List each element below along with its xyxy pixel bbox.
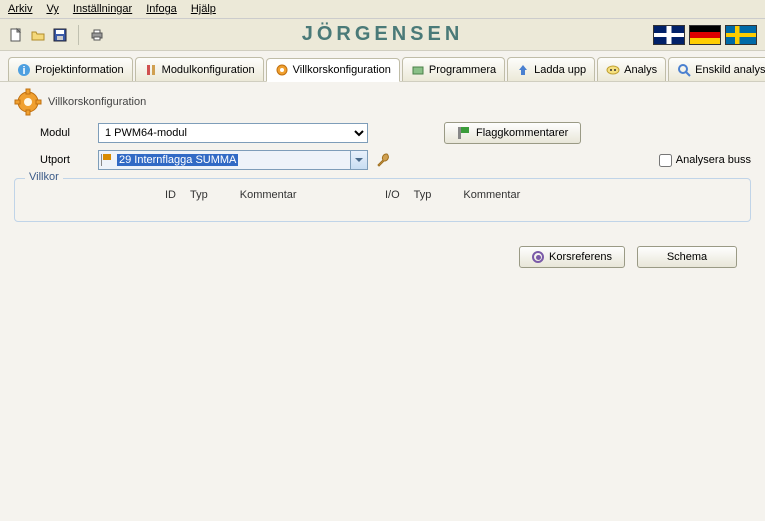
flag-de-icon[interactable] [689, 25, 721, 45]
villkor-fieldset: Villkor ID Typ Kommentar I/O Typ Komment… [14, 178, 751, 222]
brand-logo: JÖRGENSEN [302, 23, 464, 46]
menu-vy[interactable]: Vy [46, 3, 58, 15]
upload-icon [516, 63, 530, 77]
button-label: Flaggkommentarer [476, 127, 568, 139]
tab-analys[interactable]: Analys [597, 57, 666, 81]
menu-infoga[interactable]: Infoga [146, 3, 177, 15]
toolbar: JÖRGENSEN [0, 19, 765, 51]
port-flag-icon [101, 154, 113, 166]
schema-button[interactable]: Schema [637, 246, 737, 268]
fieldset-legend: Villkor [25, 171, 63, 183]
page-body: Villkorskonfiguration Modul 1 PWM64-modu… [0, 82, 765, 236]
wrench-icon[interactable] [376, 152, 392, 168]
hdr-id: ID [165, 189, 176, 203]
menu-hjalp[interactable]: Hjälp [191, 3, 216, 15]
flag-uk-icon[interactable] [653, 25, 685, 45]
menu-arkiv[interactable]: Arkiv [8, 3, 32, 15]
page-title-text: Villkorskonfiguration [48, 96, 146, 108]
modul-label: Modul [40, 127, 90, 139]
button-label: Korsreferens [549, 251, 612, 263]
tab-label: Analys [624, 64, 657, 76]
checkbox-label: Analysera buss [676, 154, 751, 166]
svg-text:i: i [22, 65, 25, 77]
gear-icon [275, 63, 289, 77]
gear-large-icon [14, 88, 42, 116]
tab-enskild[interactable]: Enskild analys [668, 57, 765, 81]
tab-label: Ladda upp [534, 64, 586, 76]
tab-prog[interactable]: Programmera [402, 57, 505, 81]
flag-comments-button[interactable]: Flaggkommentarer [444, 122, 581, 144]
toolbar-separator [78, 25, 79, 45]
utport-select[interactable]: 29 Internflagga SUMMA [98, 150, 368, 170]
info-icon: i [17, 63, 31, 77]
footer-buttons: Korsreferens Schema [0, 236, 765, 278]
dropdown-button[interactable] [350, 151, 367, 169]
utport-label: Utport [40, 154, 90, 166]
hdr-typ: Typ [190, 189, 208, 203]
hdr-komm: Kommentar [240, 189, 297, 203]
save-file-icon[interactable] [52, 27, 68, 43]
new-file-icon[interactable] [8, 27, 24, 43]
analys-buss-checkbox[interactable] [659, 154, 672, 167]
search-icon [677, 63, 691, 77]
crossref-icon [532, 251, 544, 263]
open-file-icon[interactable] [30, 27, 46, 43]
tab-label: Villkorskonfiguration [293, 64, 391, 76]
tab-label: Enskild analys [695, 64, 765, 76]
language-flags [653, 25, 757, 45]
tab-villkor[interactable]: Villkorskonfiguration [266, 58, 400, 82]
korsreferens-button[interactable]: Korsreferens [519, 246, 625, 268]
tab-projekt[interactable]: i Projektinformation [8, 57, 133, 81]
module-icon [144, 63, 158, 77]
tab-bar: i Projektinformation Modulkonfiguration … [0, 51, 765, 82]
button-label: Schema [667, 251, 707, 263]
hdr-typ2: Typ [414, 189, 432, 203]
utport-value: 29 Internflagga SUMMA [117, 154, 238, 166]
menu-inst[interactable]: Inställningar [73, 3, 132, 15]
tab-modul[interactable]: Modulkonfiguration [135, 57, 264, 81]
tab-label: Projektinformation [35, 64, 124, 76]
print-icon[interactable] [89, 27, 105, 43]
page-title: Villkorskonfiguration [14, 88, 751, 116]
tab-label: Modulkonfiguration [162, 64, 255, 76]
tab-label: Programmera [429, 64, 496, 76]
hdr-io: I/O [385, 189, 400, 203]
menu-bar: Arkiv Vy Inställningar Infoga Hjälp [0, 0, 765, 19]
analysis-icon [606, 63, 620, 77]
tab-ladda[interactable]: Ladda upp [507, 57, 595, 81]
modul-select[interactable]: 1 PWM64-modul [98, 123, 368, 143]
hdr-komm2: Kommentar [463, 189, 520, 203]
program-icon [411, 63, 425, 77]
flag-se-icon[interactable] [725, 25, 757, 45]
flag-icon [457, 126, 471, 140]
